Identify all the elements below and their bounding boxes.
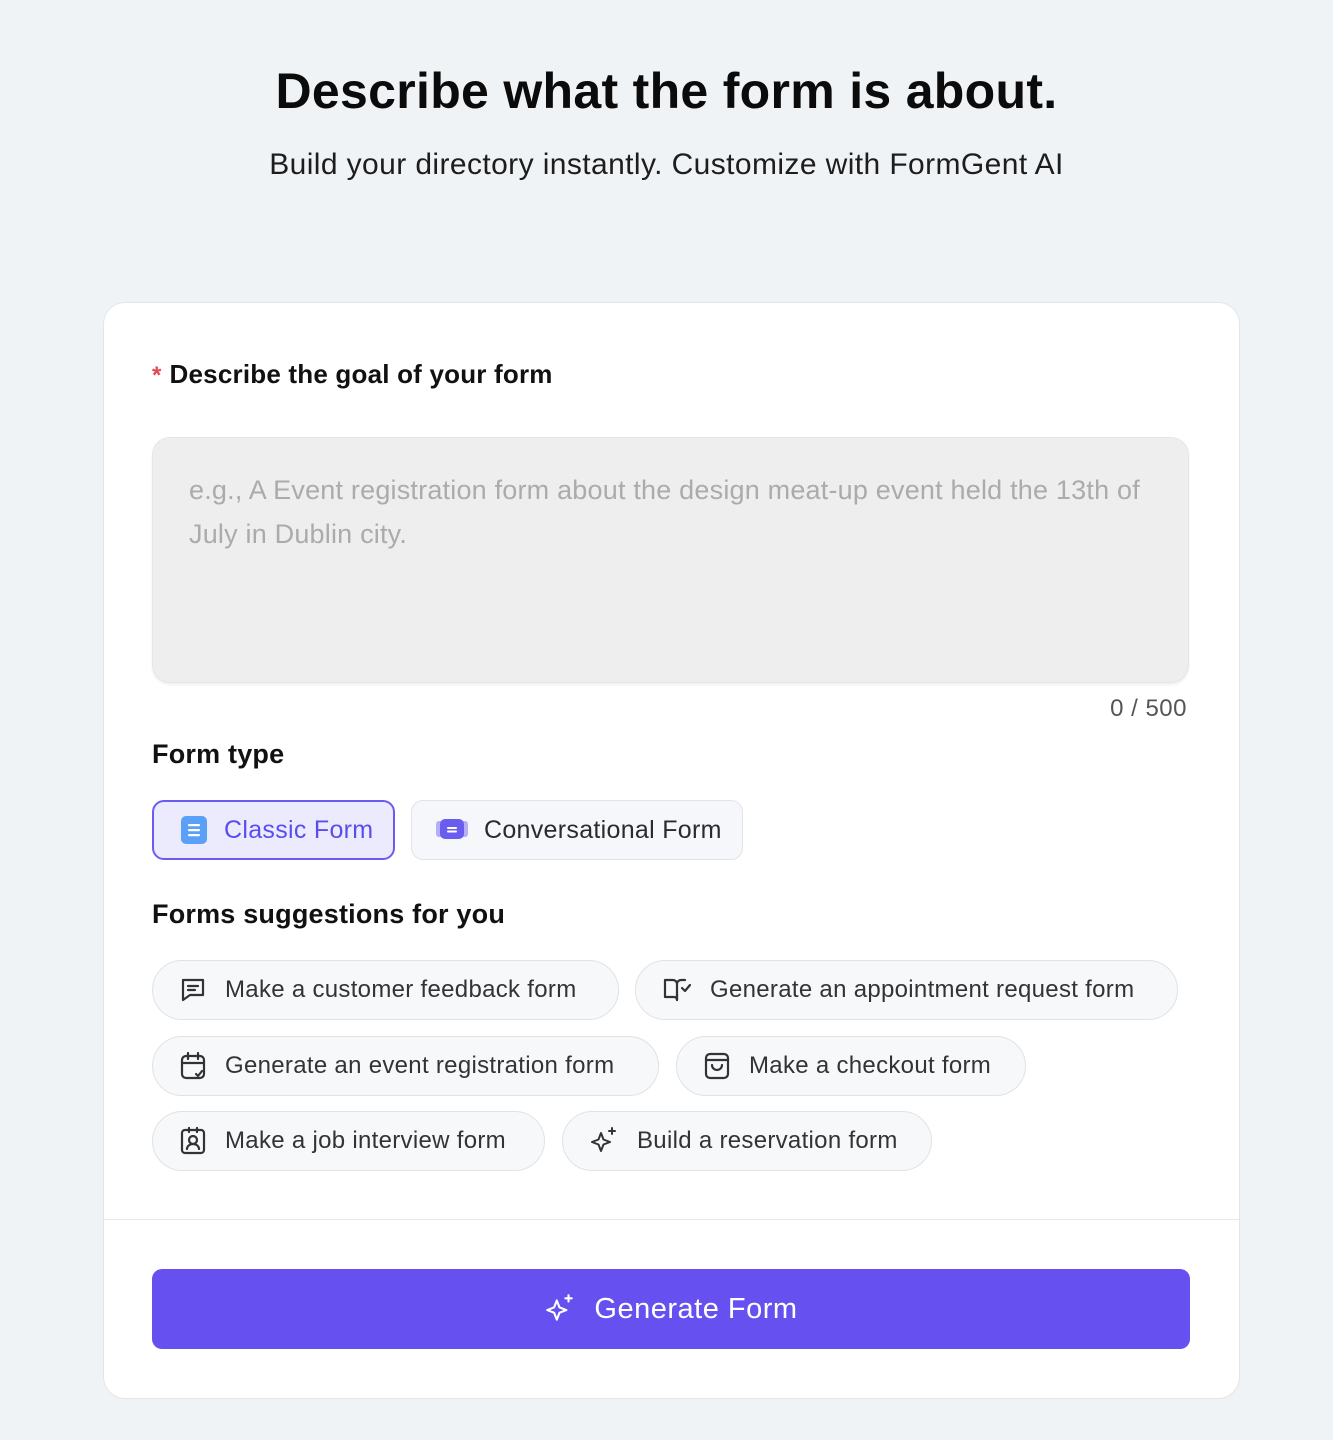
page-title: Describe what the form is about. (275, 63, 1058, 119)
chip-label: Make a checkout form (749, 1052, 992, 1079)
suggestion-checkout[interactable]: Make a checkout form (676, 1036, 1026, 1096)
suggestion-event-registration[interactable]: Generate an event registration form (152, 1036, 659, 1096)
chip-label: Generate an appointment request form (710, 976, 1135, 1003)
classic-form-option[interactable]: Classic Form (152, 800, 395, 860)
goal-label-text: Describe the goal of your form (169, 359, 553, 389)
conversational-form-label: Conversational Form (484, 815, 722, 844)
character-counter: 0 / 500 (1110, 695, 1187, 722)
form-generator-card: *Describe the goal of your form 0 / 500 … (103, 302, 1240, 1399)
suggestions-title: Forms suggestions for you (152, 899, 506, 929)
chip-label: Make a job interview form (225, 1127, 506, 1154)
suggestion-reservation[interactable]: Build a reservation form (562, 1111, 932, 1171)
page-subtitle: Build your directory instantly. Customiz… (269, 148, 1064, 181)
book-check-icon (662, 976, 692, 1004)
required-mark: * (152, 362, 162, 389)
chip-label: Build a reservation form (637, 1127, 898, 1154)
calendar-icon (179, 1051, 207, 1081)
message-icon (179, 976, 207, 1004)
conversational-form-option[interactable]: Conversational Form (411, 800, 743, 860)
sparkle-icon (544, 1293, 576, 1325)
generate-form-button[interactable]: Generate Form (152, 1269, 1190, 1349)
shopping-bag-icon (703, 1051, 731, 1081)
document-icon (180, 815, 208, 845)
id-badge-icon (179, 1126, 207, 1156)
chip-label: Make a customer feedback form (225, 976, 577, 1003)
card-divider (104, 1219, 1239, 1220)
goal-label: * Describe the goal of your form (152, 359, 553, 390)
suggestion-job-interview[interactable]: Make a job interview form (152, 1111, 545, 1171)
goal-textarea[interactable] (152, 437, 1189, 683)
suggestion-appointment-request[interactable]: Generate an appointment request form (635, 960, 1178, 1020)
chat-bubble-icon (436, 817, 468, 843)
form-type-title: Form type (152, 739, 285, 769)
generate-form-label: Generate Form (594, 1292, 798, 1325)
chip-label: Generate an event registration form (225, 1052, 615, 1079)
suggestion-customer-feedback[interactable]: Make a customer feedback form (152, 960, 619, 1020)
classic-form-label: Classic Form (224, 815, 374, 844)
sparkle-icon (589, 1126, 619, 1156)
